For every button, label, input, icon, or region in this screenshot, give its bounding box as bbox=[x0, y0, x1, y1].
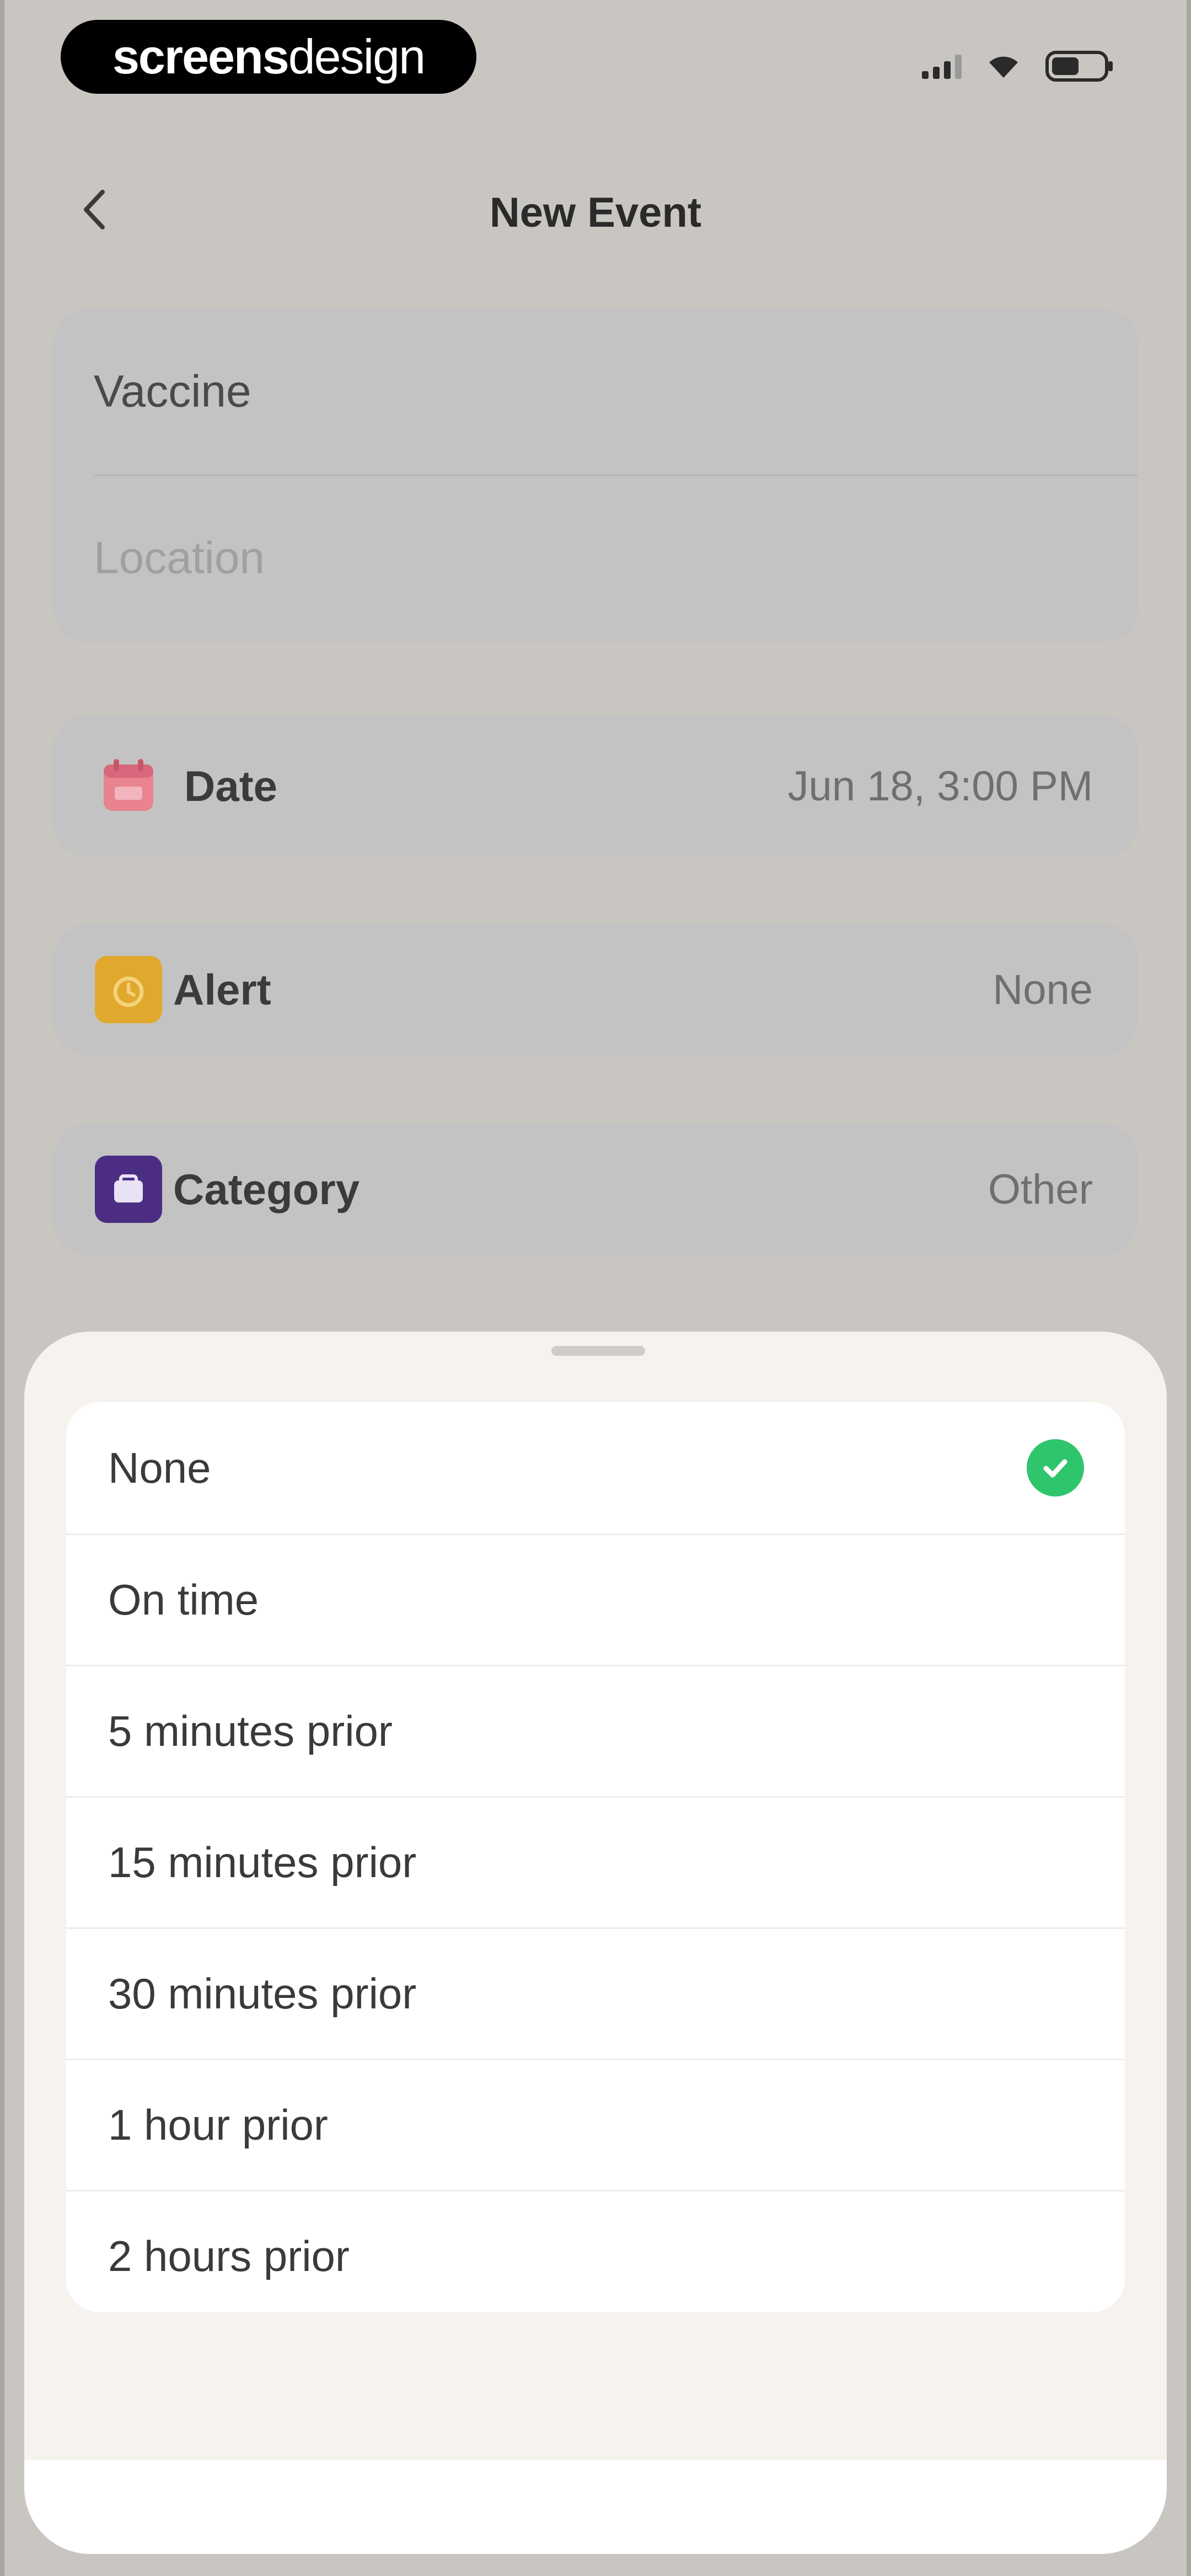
signal-icon bbox=[922, 54, 962, 79]
brand-logo-bold: screens bbox=[112, 29, 289, 84]
option-label: 1 hour prior bbox=[108, 2101, 328, 2149]
category-label: Category bbox=[173, 1164, 360, 1214]
calendar-icon bbox=[95, 752, 162, 820]
option-label: On time bbox=[108, 1575, 259, 1624]
navigation-bar: New Event bbox=[0, 165, 1191, 254]
option-none[interactable]: None bbox=[66, 1402, 1125, 1533]
folder-icon bbox=[95, 1156, 162, 1223]
alarm-icon bbox=[95, 956, 162, 1023]
brand-logo-light: design bbox=[288, 29, 426, 84]
alert-options-list: None On time 5 minutes prior 15 minutes … bbox=[66, 1402, 1125, 2312]
alert-row[interactable]: Alert None bbox=[53, 923, 1138, 1056]
alert-value: None bbox=[993, 966, 1093, 1013]
device-frame-left bbox=[0, 0, 4, 2576]
location-field[interactable]: Location bbox=[94, 475, 1097, 641]
battery-icon bbox=[1045, 51, 1113, 82]
event-details-card: Vaccine Location bbox=[53, 309, 1138, 642]
option-label: None bbox=[108, 1443, 211, 1492]
option-2-hours[interactable]: 2 hours prior bbox=[66, 2190, 1125, 2312]
status-bar: screens design bbox=[0, 0, 1191, 110]
option-30-minutes[interactable]: 30 minutes prior bbox=[66, 1927, 1125, 2059]
brand-logo: screens design bbox=[61, 20, 476, 94]
page-title: New Event bbox=[489, 189, 702, 236]
category-value: Other bbox=[988, 1166, 1093, 1213]
option-15-minutes[interactable]: 15 minutes prior bbox=[66, 1796, 1125, 1927]
category-row[interactable]: Category Other bbox=[53, 1123, 1138, 1255]
checkmark-circle-icon bbox=[1027, 1439, 1084, 1497]
sheet-grabber[interactable] bbox=[551, 1346, 645, 1356]
option-label: 30 minutes prior bbox=[108, 1969, 417, 2018]
option-label: 2 hours prior bbox=[108, 2232, 350, 2280]
option-label: 5 minutes prior bbox=[108, 1707, 393, 1755]
sheet-footer bbox=[24, 2460, 1167, 2554]
option-5-minutes[interactable]: 5 minutes prior bbox=[66, 1665, 1125, 1796]
date-row[interactable]: Date Jun 18, 3:00 PM bbox=[53, 715, 1138, 857]
alert-options-sheet: None On time 5 minutes prior 15 minutes … bbox=[24, 1332, 1167, 2554]
alert-label: Alert bbox=[173, 965, 271, 1014]
option-label: 15 minutes prior bbox=[108, 1838, 417, 1886]
status-icons bbox=[922, 51, 1114, 82]
option-1-hour[interactable]: 1 hour prior bbox=[66, 2059, 1125, 2190]
date-value: Jun 18, 3:00 PM bbox=[787, 762, 1093, 810]
option-on-time[interactable]: On time bbox=[66, 1533, 1125, 1665]
date-label: Date bbox=[184, 761, 278, 810]
wifi-icon bbox=[989, 56, 1018, 78]
event-title-field[interactable]: Vaccine bbox=[94, 309, 1097, 474]
device-frame-right bbox=[1187, 0, 1191, 2576]
